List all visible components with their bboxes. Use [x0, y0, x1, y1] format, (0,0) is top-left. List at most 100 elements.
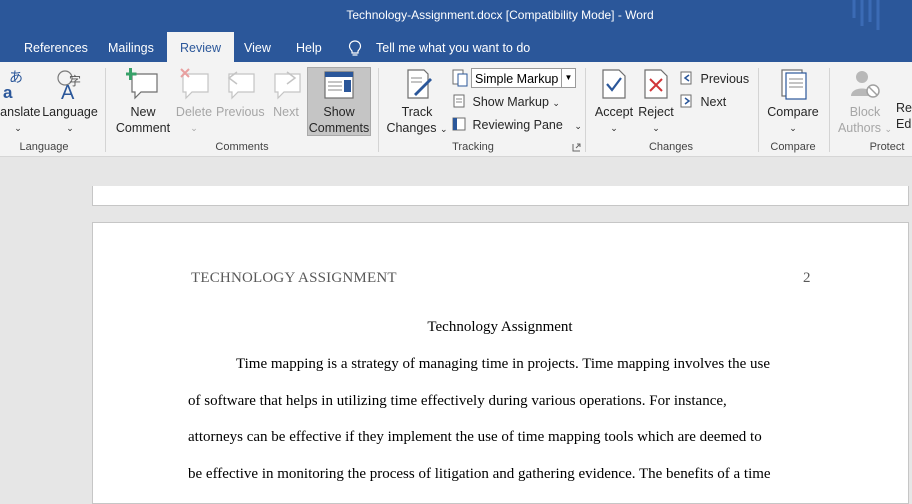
reviewing-pane-icon: [452, 117, 466, 131]
compare-caret-icon: ⌄: [789, 123, 797, 133]
delete-comment-button[interactable]: Delete ⌄: [172, 68, 216, 136]
reject-icon: [644, 69, 668, 99]
reviewing-pane-button[interactable]: Reviewing Pane ⌄: [452, 116, 582, 134]
show-markup-button[interactable]: Show Markup ⌄: [452, 93, 560, 111]
block-authors-caret-icon: ⌄: [884, 124, 893, 134]
track-changes-label-2: Changes: [386, 121, 437, 135]
translate-caret-icon: ⌄: [14, 123, 22, 133]
show-comments-button[interactable]: Show Comments: [307, 67, 371, 136]
accept-label: Accept: [594, 105, 634, 119]
show-markup-label: Show Markup: [472, 95, 549, 109]
tab-review[interactable]: Review: [167, 32, 234, 62]
translate-icon: あ a: [3, 69, 23, 102]
ribbon-tabs: References Mailings Review View Help Tel…: [0, 32, 912, 62]
ribbon-separator: [758, 68, 759, 152]
paragraph-line: attorneys can be effective if they imple…: [188, 429, 762, 445]
language-button[interactable]: 字 A Language ⌄: [42, 68, 98, 136]
comments-group-label: Comments: [215, 141, 269, 153]
restrict-editing-label-2: Ed: [896, 117, 912, 131]
ribbon-separator: [105, 68, 106, 152]
previous-comment-icon: [227, 71, 255, 100]
delete-comment-icon: [180, 68, 209, 100]
word-logo-decoration-icon: [852, 0, 880, 30]
accept-icon: [602, 69, 626, 99]
track-changes-button[interactable]: Track Changes ⌄: [386, 68, 448, 137]
page-number: 2: [803, 270, 811, 286]
language-group-label: Language: [19, 141, 69, 153]
translate-button[interactable]: あ a ranslate ⌄: [0, 68, 40, 136]
block-authors-icon: [851, 71, 880, 98]
reject-caret-icon: ⌄: [652, 123, 660, 133]
markup-select[interactable]: Simple Markup ▼: [471, 68, 576, 88]
show-markup-caret-icon: ⌄: [552, 98, 560, 108]
new-comment-icon: [124, 68, 158, 100]
translate-label: ranslate: [0, 105, 41, 119]
tab-mailings[interactable]: Mailings: [108, 32, 154, 62]
reviewing-pane-label: Reviewing Pane: [472, 118, 563, 132]
paragraph-line: be effective in monitoring the process o…: [188, 466, 771, 482]
block-authors-button[interactable]: Block Authors ⌄: [836, 68, 894, 137]
tab-view[interactable]: View: [244, 32, 271, 62]
tracking-options-launcher-icon[interactable]: [572, 143, 581, 152]
lightbulb-icon: [348, 40, 362, 56]
track-changes-label-1: Track: [401, 105, 433, 119]
next-change-button[interactable]: Next: [680, 93, 726, 111]
reject-label: Reject: [638, 105, 674, 119]
accept-caret-icon: ⌄: [610, 123, 618, 133]
paragraph-line: Time mapping is a strategy of managing t…: [236, 356, 770, 372]
track-changes-icon: [407, 69, 432, 99]
compare-group-label: Compare: [770, 141, 816, 153]
compare-button[interactable]: Compare ⌄: [764, 68, 822, 136]
display-for-review-icon: [452, 69, 468, 87]
svg-text:a: a: [3, 83, 13, 100]
changes-group-label: Changes: [648, 141, 694, 153]
restrict-editing-label-1: Res: [896, 101, 912, 115]
protect-group-label: Protect: [869, 141, 905, 153]
new-comment-button[interactable]: New Comment: [114, 68, 172, 136]
next-comment-icon: [274, 71, 301, 100]
next-change-icon: [680, 94, 692, 108]
ribbon-separator: [585, 68, 586, 152]
previous-change-label: Previous: [700, 72, 750, 86]
previous-change-button[interactable]: Previous: [680, 70, 749, 88]
language-caret-icon: ⌄: [66, 123, 74, 133]
previous-comment-button[interactable]: Previous: [216, 68, 265, 120]
track-changes-caret-icon: ⌄: [439, 124, 448, 134]
ribbon-separator: [378, 68, 379, 152]
tracking-group-label: Tracking: [452, 141, 494, 153]
delete-caret-icon: ⌄: [190, 123, 198, 133]
show-comments-label-1: Show: [323, 105, 355, 119]
previous-page-bottom: [92, 186, 909, 206]
next-comment-button[interactable]: Next: [266, 68, 306, 120]
tab-help[interactable]: Help: [296, 32, 322, 62]
compare-label: Compare: [767, 105, 819, 119]
svg-text:A: A: [61, 82, 75, 100]
next-change-label: Next: [700, 95, 727, 109]
markup-select-value: Simple Markup: [475, 72, 559, 86]
ribbon-separator: [829, 68, 830, 152]
show-comments-icon: [324, 71, 354, 99]
review-ribbon: あ a ranslate ⌄ 字 A Language ⌄ Language N…: [0, 62, 912, 157]
restrict-editing-button[interactable]: Res Ed: [896, 100, 912, 132]
language-label: Language: [42, 105, 98, 119]
reject-button[interactable]: Reject ⌄: [636, 68, 676, 136]
tell-me-search[interactable]: Tell me what you want to do: [376, 32, 530, 62]
reviewing-pane-caret-icon: ⌄: [574, 121, 582, 131]
window-title: Technology-Assignment.docx [Compatibilit…: [346, 8, 654, 22]
paragraph-line: of software that helps in utilizing time…: [188, 393, 727, 409]
new-comment-label-1: New: [130, 105, 156, 119]
new-comment-label-2: Comment: [115, 121, 171, 135]
language-icon: 字 A: [57, 70, 81, 104]
block-authors-label-1: Block: [849, 105, 881, 119]
previous-change-icon: [680, 71, 692, 85]
markup-dropdown-icon[interactable]: ▼: [561, 69, 575, 87]
page-header-title: TECHNOLOGY ASSIGNMENT: [191, 270, 397, 286]
accept-button[interactable]: Accept ⌄: [592, 68, 636, 136]
delete-label: Delete: [175, 105, 213, 119]
previous-comment-label: Previous: [216, 105, 265, 119]
tab-references[interactable]: References: [24, 32, 88, 62]
document-heading: Technology Assignment: [427, 319, 573, 335]
compare-icon: [781, 69, 807, 100]
show-markup-icon: [453, 94, 465, 108]
block-authors-label-2: Authors: [837, 121, 882, 135]
